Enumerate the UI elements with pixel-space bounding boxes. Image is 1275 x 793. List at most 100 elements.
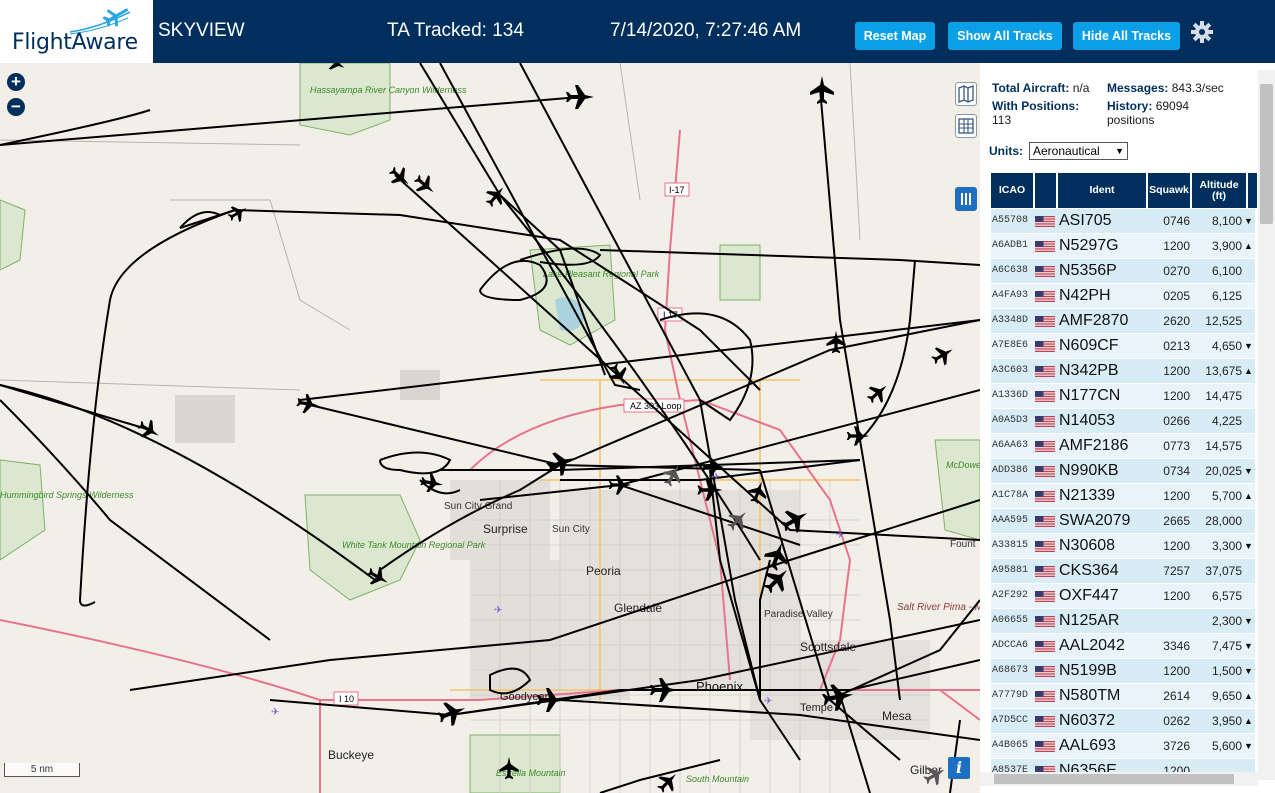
- table-row[interactable]: A33815 N30608 1200 3,300 ▼: [991, 534, 1255, 559]
- us-flag-icon: [1035, 291, 1055, 302]
- hide-all-tracks-button[interactable]: Hide All Tracks: [1073, 22, 1180, 50]
- col-flag[interactable]: [1035, 173, 1056, 208]
- table-row[interactable]: A6C638 N5356P 0270 6,100: [991, 259, 1255, 284]
- table-row[interactable]: A3348D AMF2870 2620 12,525: [991, 309, 1255, 334]
- vertical-scrollbar[interactable]: [1258, 70, 1275, 780]
- col-extra[interactable]: [1248, 173, 1257, 208]
- ident-cell: N21339: [1059, 487, 1116, 504]
- altitude-cell: 14,575: [1205, 439, 1242, 453]
- aircraft-icon[interactable]: [295, 393, 320, 416]
- hscroll-thumb[interactable]: [994, 774, 1234, 784]
- show-all-tracks-button[interactable]: Show All Tracks: [948, 22, 1062, 50]
- label-phoenix: Phoenix: [696, 679, 743, 694]
- squawk-cell: 0734: [1163, 464, 1190, 478]
- aircraft-icon[interactable]: [410, 170, 440, 199]
- toggle-panel-button[interactable]: [955, 187, 977, 211]
- ident-cell: SWA2079: [1059, 512, 1131, 529]
- aircraft-icon[interactable]: [659, 461, 687, 490]
- us-flag-icon: [1035, 591, 1055, 602]
- ident-cell: N5297G: [1059, 237, 1119, 254]
- table-row[interactable]: A1336D N177CN 1200 14,475: [991, 384, 1255, 409]
- us-flag-icon: [1035, 466, 1055, 477]
- us-flag-icon: [1035, 316, 1055, 327]
- flightaware-logo[interactable]: FlightAware: [0, 0, 153, 63]
- squawk-cell: 1200: [1163, 239, 1190, 253]
- squawk-cell: 1200: [1163, 539, 1190, 553]
- table-row[interactable]: A95881 CKS364 7257 37,075: [991, 559, 1255, 584]
- aircraft-icon[interactable]: [385, 162, 415, 191]
- horizontal-scrollbar[interactable]: [980, 772, 1258, 786]
- units-select[interactable]: Aeronautical ▼: [1029, 142, 1128, 160]
- table-row[interactable]: A6AA63 AMF2186 0773 14,575: [991, 434, 1255, 459]
- aircraft-icon[interactable]: [863, 378, 893, 407]
- i10-shield: I 10: [339, 694, 354, 704]
- altitude-trend-icon: ▼: [1244, 641, 1253, 651]
- i17-shield-a: I-17: [669, 185, 685, 195]
- col-squawk[interactable]: Squawk: [1148, 173, 1190, 208]
- scrollbar-thumb[interactable]: [1260, 84, 1273, 224]
- squawk-cell: 1200: [1163, 664, 1190, 678]
- chevron-down-icon: ▼: [1115, 146, 1124, 156]
- zoom-in-button[interactable]: +: [7, 73, 25, 91]
- gear-icon[interactable]: [1190, 20, 1214, 44]
- table-row[interactable]: A4B065 AAL693 3726 5,600 ▼: [991, 734, 1255, 759]
- airport-icon: ✈: [764, 696, 772, 707]
- icao-cell: A6C638: [992, 265, 1029, 276]
- table-row[interactable]: AAA595 SWA2079 2665 28,000: [991, 509, 1255, 534]
- map-view[interactable]: I-17 I 17 AZ 303 Loop I 10 Hassayampa Ri…: [0, 63, 980, 793]
- us-flag-icon: [1035, 391, 1055, 402]
- col-altitude[interactable]: Altitude (ft): [1192, 173, 1246, 208]
- label-peoria: Peoria: [586, 564, 621, 578]
- us-flag-icon: [1035, 566, 1055, 577]
- altitude-cell: 8,100: [1211, 214, 1242, 228]
- altitude-trend-icon: ▲: [1244, 491, 1253, 501]
- aircraft-icon[interactable]: [810, 76, 834, 104]
- ident-cell: N42PH: [1059, 287, 1111, 304]
- aircraft-icon[interactable]: [929, 341, 958, 369]
- table-row[interactable]: ADCCA6 AAL2042 3346 7,475 ▼: [991, 634, 1255, 659]
- ident-cell: N177CN: [1059, 387, 1121, 404]
- table-row[interactable]: A2F292 OXF447 1200 6,575: [991, 584, 1255, 609]
- units-selected-value: Aeronautical: [1033, 144, 1100, 158]
- aircraft-icon[interactable]: [544, 447, 579, 479]
- ident-cell: N14053: [1059, 412, 1116, 429]
- col-icao[interactable]: ICAO: [991, 173, 1033, 208]
- altitude-trend-icon: ▲: [1244, 691, 1253, 701]
- info-button[interactable]: i: [948, 757, 970, 779]
- table-body: A55708 ASI705 0746 8,100 ▼ A6ADB1 N5297G 1200 3,…: [991, 209, 1255, 784]
- ident-cell: N125AR: [1059, 612, 1120, 629]
- altitude-cell: 9,650: [1211, 689, 1242, 703]
- aircraft-icon[interactable]: [566, 85, 594, 109]
- map-layer-button[interactable]: [955, 82, 977, 106]
- table-row[interactable]: A7779D N580TM 2614 9,650 ▲: [991, 684, 1255, 709]
- table-row[interactable]: ADD386 N990KB 0734 20,025 ▼: [991, 459, 1255, 484]
- map-canvas[interactable]: I-17 I 17 AZ 303 Loop I 10 Hassayampa Ri…: [0, 63, 980, 793]
- squawk-cell: 2665: [1163, 514, 1190, 528]
- table-row[interactable]: A3C603 N342PB 1200 13,675 ▲: [991, 359, 1255, 384]
- zoom-out-button[interactable]: −: [7, 98, 25, 116]
- squawk-cell: 0746: [1163, 214, 1190, 228]
- table-row[interactable]: A0A5D3 N14053 0266 4,225: [991, 409, 1255, 434]
- col-ident[interactable]: Ident: [1058, 173, 1146, 208]
- altitude-cell: 6,100: [1211, 264, 1242, 278]
- table-row[interactable]: A4FA93 N42PH 0205 6,125: [991, 284, 1255, 309]
- logo-text: FlightAware: [12, 30, 138, 55]
- table-row[interactable]: A7D5CC N60372 0262 3,950 ▲: [991, 709, 1255, 734]
- table-row[interactable]: A1C78A N21339 1200 5,700 ▲: [991, 484, 1255, 509]
- table-row[interactable]: A7E8E6 N609CF 0213 4,650 ▼: [991, 334, 1255, 359]
- altitude-cell: 12,525: [1205, 314, 1242, 328]
- table-row[interactable]: A68673 N5199B 1200 1,500 ▼: [991, 659, 1255, 684]
- altitude-trend-icon: [1244, 559, 1254, 583]
- airport-icon: ✈: [712, 472, 720, 483]
- altitude-cell: 3,900: [1211, 239, 1242, 253]
- table-row[interactable]: A6ADB1 N5297G 1200 3,900 ▲: [991, 234, 1255, 259]
- aircraft-icon[interactable]: [419, 472, 444, 495]
- altitude-cell: 4,225: [1211, 414, 1242, 428]
- aircraft-icon[interactable]: [846, 426, 870, 446]
- table-row[interactable]: A06655 N125AR 2,300 ▼: [991, 609, 1255, 634]
- grid-toggle-button[interactable]: [955, 114, 977, 138]
- table-row[interactable]: A55708 ASI705 0746 8,100 ▼: [991, 209, 1255, 234]
- label-south-mountain: South Mountain: [686, 774, 749, 784]
- airport-icon: ✈: [836, 530, 844, 541]
- reset-map-button[interactable]: Reset Map: [855, 22, 935, 50]
